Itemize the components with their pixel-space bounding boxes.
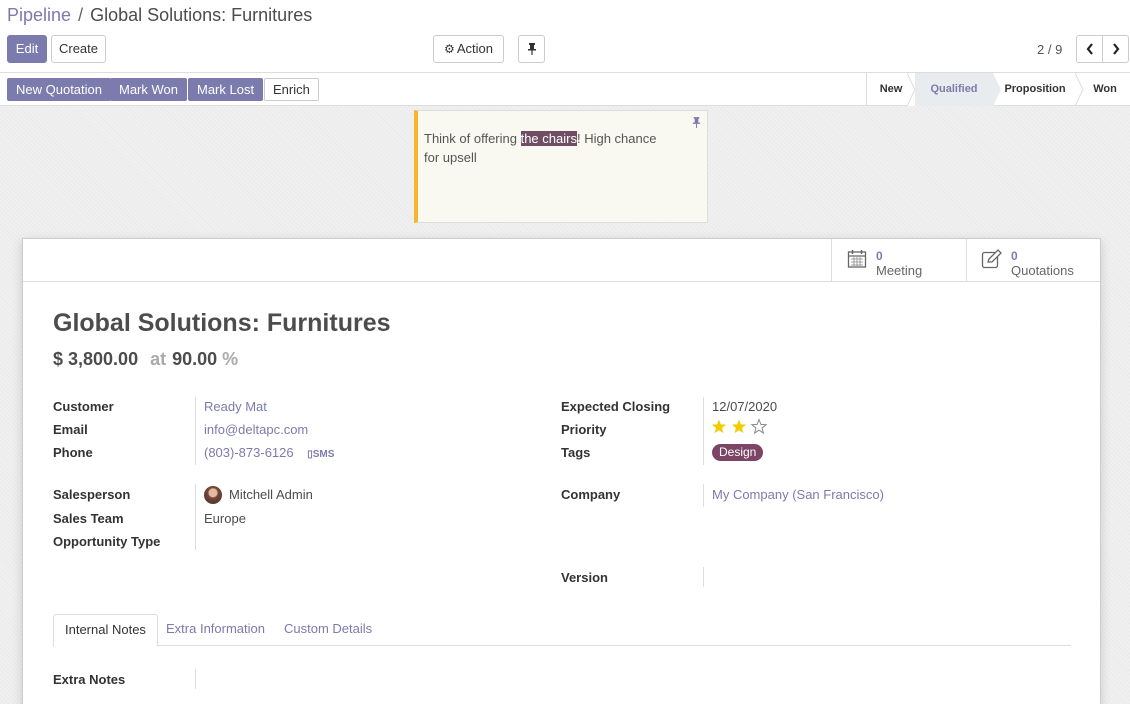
- pager-next-button[interactable]: [1102, 35, 1129, 63]
- priority-stars-svg: [711, 418, 768, 435]
- star-empty-icon[interactable]: [750, 418, 768, 435]
- field-divider: [195, 484, 196, 550]
- tag-badge[interactable]: Design: [712, 444, 764, 461]
- extra-notes-label: Extra Notes: [53, 672, 126, 687]
- star-filled-icon[interactable]: [731, 419, 747, 434]
- phone-value: (803)-873-6126: [204, 445, 294, 460]
- new-quotation-button[interactable]: New Quotation: [7, 78, 111, 101]
- expected-revenue-line: $ 3,800.00 at 90.00 %: [53, 349, 238, 370]
- breadcrumb: Pipeline / Global Solutions: Furnitures: [7, 5, 312, 26]
- field-divider: [703, 484, 704, 507]
- percent-sign: %: [222, 349, 239, 369]
- stage-arrow: [1075, 73, 1084, 106]
- notebook-tabs: Internal Notes Extra Information Custom …: [53, 614, 1071, 647]
- expected-revenue[interactable]: $ 3,800.00: [53, 349, 138, 369]
- action-label: Action: [456, 41, 493, 56]
- meeting-smart-button[interactable]: 0 Meeting: [831, 239, 966, 282]
- stage-arrow: [993, 73, 1001, 106]
- tab-custom-details[interactable]: Custom Details: [273, 614, 383, 646]
- breadcrumb-current: Global Solutions: Furnitures: [90, 5, 313, 25]
- salesperson-label: Salesperson: [53, 487, 131, 502]
- calendar-icon: [847, 250, 867, 268]
- create-button[interactable]: Create: [51, 35, 106, 63]
- star-filled-icon[interactable]: [711, 419, 727, 434]
- pin-icon: [527, 43, 536, 55]
- breadcrumb-pipeline-link[interactable]: Pipeline: [7, 5, 71, 25]
- phone-label: Phone: [53, 445, 93, 460]
- sms-button[interactable]: ▯SMS: [307, 449, 334, 460]
- chevron-left-icon: [1086, 43, 1093, 55]
- stage-arrow: [907, 73, 916, 106]
- priority-stars[interactable]: [711, 418, 771, 438]
- meeting-label: Meeting: [876, 263, 923, 278]
- opportunity-type-label: Opportunity Type: [53, 534, 161, 549]
- quotations-count: 0: [1011, 249, 1018, 263]
- sticky-note[interactable]: Think of offering the chairs! High chanc…: [414, 110, 708, 223]
- quotations-label: Quotations: [1011, 263, 1074, 278]
- expected-closing-field[interactable]: 12/07/2020: [712, 399, 777, 414]
- tab-extra-information[interactable]: Extra Information: [155, 614, 276, 646]
- field-divider: [195, 669, 196, 689]
- pin-icon[interactable]: [692, 117, 701, 128]
- sms-label: SMS: [312, 449, 335, 460]
- action-dropdown-button[interactable]: ⚙ Action: [433, 35, 504, 63]
- stage-statusbar: New Qualified Proposition Won: [866, 73, 1130, 106]
- pager-previous-button[interactable]: [1076, 35, 1103, 63]
- pager-value[interactable]: 2 / 9: [1037, 42, 1062, 57]
- priority-label: Priority: [561, 422, 607, 437]
- email-label: Email: [53, 422, 88, 437]
- version-label: Version: [561, 570, 608, 585]
- email-field[interactable]: info@deltapc.com: [204, 422, 308, 437]
- field-divider: [195, 397, 196, 465]
- form-sheet: 0 Meeting 0 Quotations Global Solutions:…: [22, 238, 1101, 704]
- meeting-count: 0: [876, 249, 883, 263]
- field-divider: [703, 397, 704, 465]
- customer-label: Customer: [53, 399, 114, 414]
- mark-won-button[interactable]: Mark Won: [110, 78, 187, 101]
- breadcrumb-separator: /: [78, 5, 84, 25]
- edit-button[interactable]: Edit: [7, 35, 47, 63]
- edit-icon: [981, 249, 1002, 269]
- note-highlight: the chairs: [520, 131, 577, 146]
- probability[interactable]: 90.00: [172, 349, 217, 369]
- gear-icon: ⚙: [444, 42, 455, 56]
- company-field[interactable]: My Company (San Francisco): [712, 487, 884, 502]
- control-panel: Pipeline / Global Solutions: Furnitures …: [0, 0, 1130, 106]
- company-label: Company: [561, 487, 621, 502]
- quotations-smart-button[interactable]: 0 Quotations: [966, 239, 1100, 282]
- tab-internal-notes[interactable]: Internal Notes: [53, 614, 158, 647]
- tags-label: Tags: [561, 445, 591, 460]
- sales-team-field[interactable]: Europe: [204, 511, 246, 526]
- stage-qualified[interactable]: Qualified: [915, 73, 993, 106]
- smart-button-box: 0 Meeting 0 Quotations: [23, 239, 1100, 282]
- note-text-before: Think of offering: [424, 131, 521, 146]
- field-divider: [703, 567, 704, 587]
- salesperson-field[interactable]: Mitchell Admin: [229, 487, 313, 502]
- customer-field[interactable]: Ready Mat: [204, 399, 267, 414]
- chevron-right-icon: [1112, 43, 1119, 55]
- expected-closing-label: Expected Closing: [561, 399, 671, 414]
- sales-team-label: Sales Team: [53, 511, 124, 526]
- avatar: [204, 486, 222, 504]
- opportunity-title[interactable]: Global Solutions: Furnitures: [53, 309, 391, 338]
- at-label: at: [150, 349, 167, 369]
- phone-field[interactable]: (803)-873-6126 ▯SMS: [204, 445, 334, 460]
- mark-lost-button[interactable]: Mark Lost: [188, 78, 264, 101]
- pin-button[interactable]: [518, 35, 545, 63]
- enrich-button[interactable]: Enrich: [264, 78, 319, 101]
